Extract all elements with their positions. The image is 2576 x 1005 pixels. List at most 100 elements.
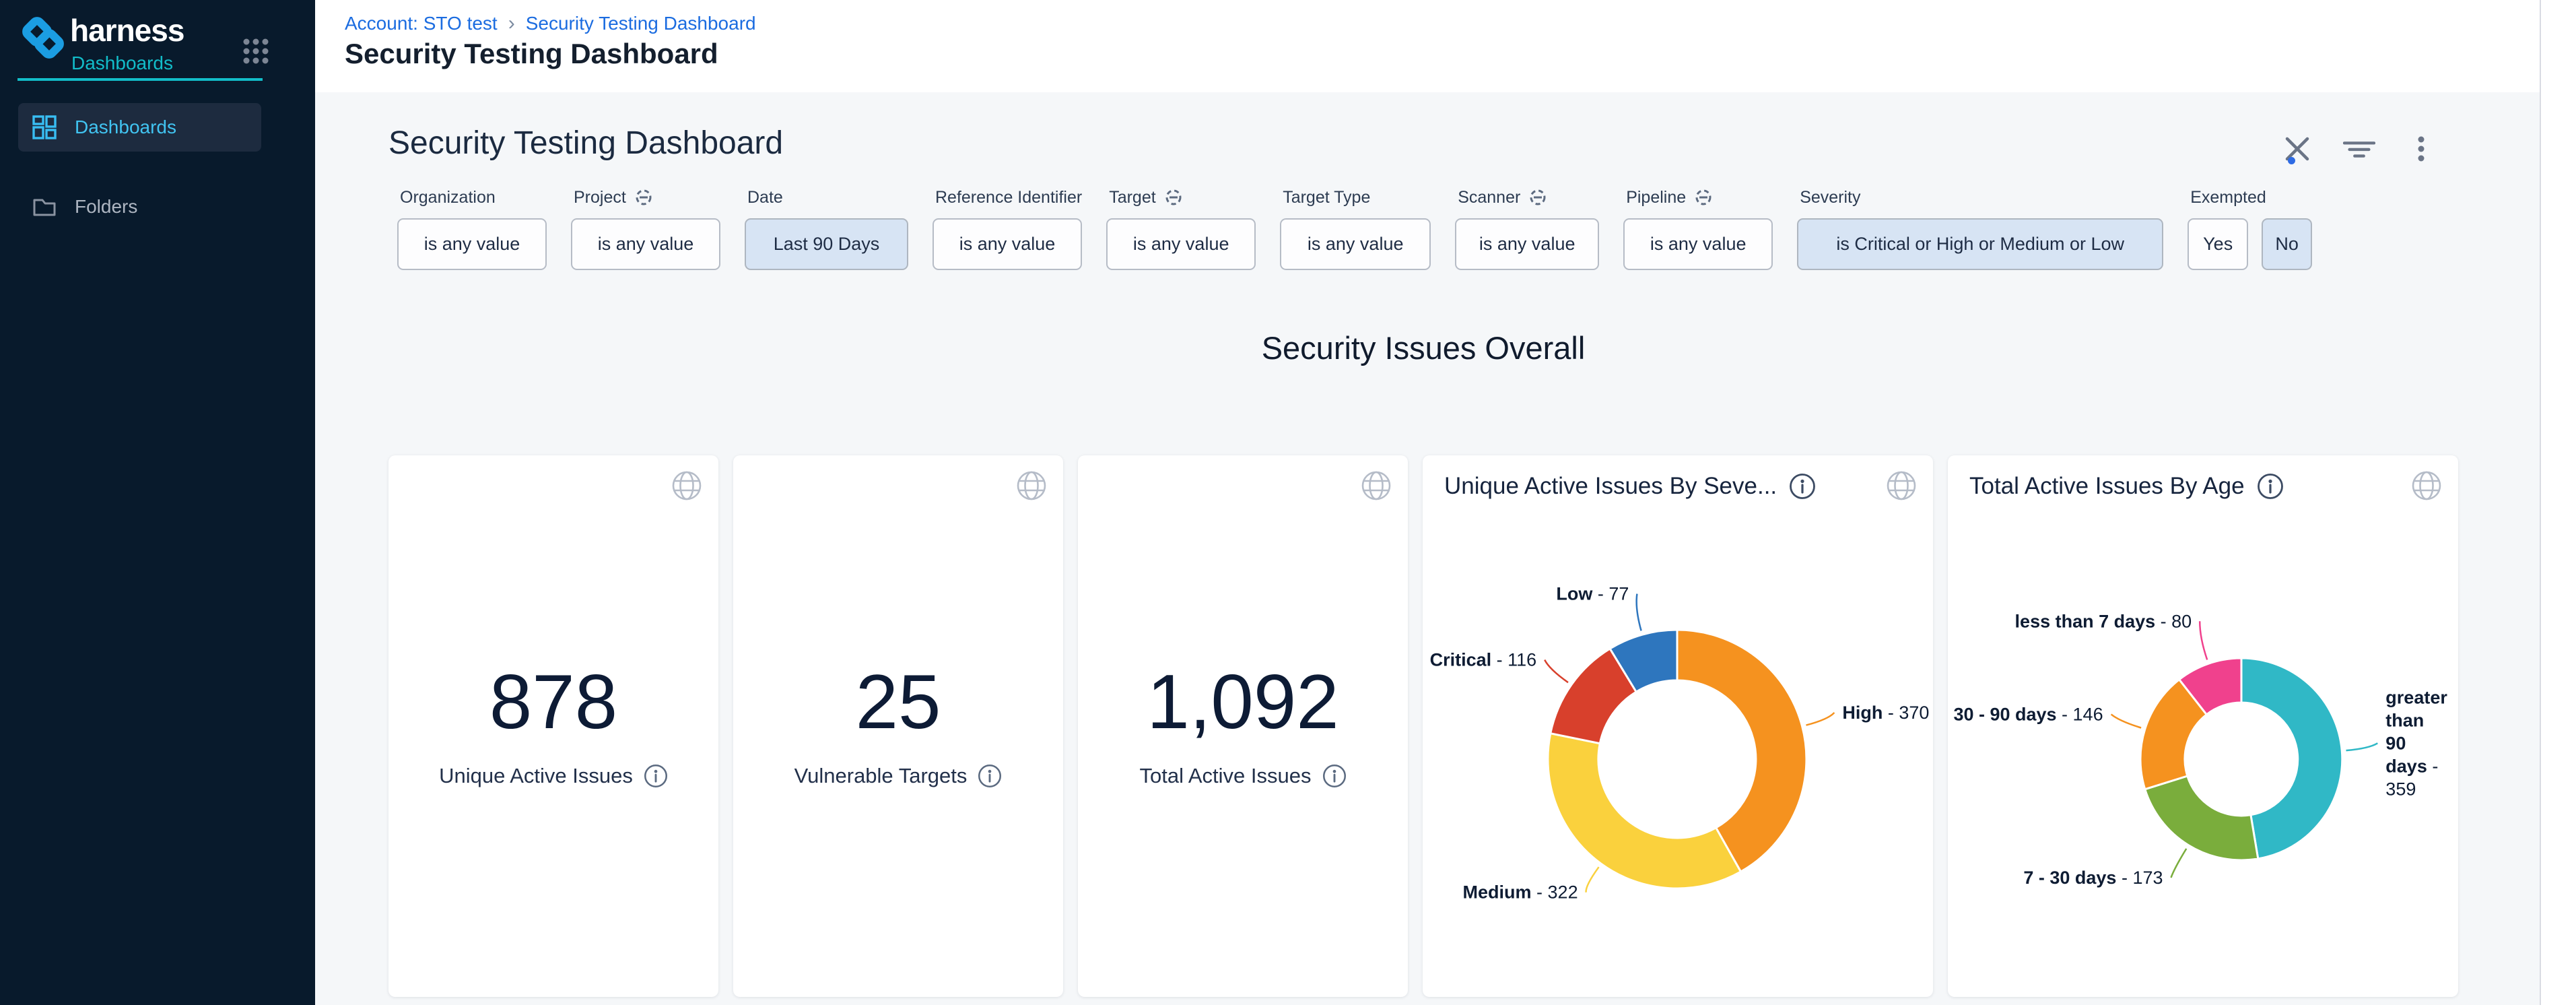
breadcrumb: Account: STO test › Security Testing Das… (345, 12, 756, 35)
donut-slice-label: 359 (2385, 779, 2416, 799)
filter-exempted: ExemptedYesNo (2188, 187, 2312, 270)
filter-value-chip[interactable]: is any value (933, 218, 1082, 270)
donut-chart: High - 370 Medium - 322 Critical - 116 Low … (1423, 512, 1933, 990)
filter-value-chip[interactable]: is any value (1455, 218, 1599, 270)
callout-leader-line (2346, 743, 2378, 750)
donut-slice-greater-than-90-days[interactable] (2241, 658, 2342, 859)
sidebar-item-folders[interactable]: Folders (18, 183, 261, 231)
folder-icon (32, 194, 57, 220)
cursor-dot (2288, 157, 2295, 164)
donut-chart: greaterthan90days -3597 - 30 days - 1733… (1948, 512, 2458, 990)
info-icon[interactable] (1789, 473, 1816, 500)
breadcrumb-account-link[interactable]: Account: STO test (345, 13, 498, 34)
sidebar: harness Dashboards Dashboards (0, 0, 315, 1005)
filter-value-chip[interactable]: is any value (1280, 218, 1431, 270)
stat-card-unique-active-issues: 878Unique Active Issues (388, 455, 718, 997)
donut-slice-label: High - 370 (1842, 703, 1929, 723)
callout-leader-line (1806, 713, 1835, 725)
donut-slice-label: Low - 77 (1556, 584, 1629, 604)
info-icon[interactable] (644, 764, 668, 788)
filter-label: Target Type (1283, 188, 1370, 207)
donut-slice-7-30-days[interactable] (2145, 776, 2258, 860)
exempted-yes-button[interactable]: Yes (2188, 218, 2248, 270)
link-icon (1164, 188, 1183, 207)
filter-value-chip[interactable]: is any value (1106, 218, 1256, 270)
info-icon[interactable] (2257, 473, 2284, 500)
filter-target: Target is any value (1106, 187, 1256, 270)
filter-label: Target (1109, 188, 1155, 207)
filter-value-chip[interactable]: is any value (571, 218, 720, 270)
filter-label: Severity (1800, 188, 1860, 207)
brand-wordmark: harness (70, 12, 184, 48)
filter-value-chip[interactable]: is Critical or High or Medium or Low (1797, 218, 2163, 270)
kebab-menu-icon[interactable] (2405, 133, 2437, 165)
chart-card-total-active-issues-by-age: Total Active Issues By Age greater than 90 d… (1948, 455, 2458, 997)
callout-leader-line (1586, 867, 1599, 893)
donut-slice-label: 7 - 30 days - 173 (2023, 868, 2163, 888)
filter-label: Project (574, 188, 626, 207)
stat-card-vulnerable-targets: 25 Vulnerable Targets (733, 455, 1063, 997)
info-icon[interactable] (978, 764, 1002, 788)
stat-value: 1,092 (1147, 664, 1338, 741)
filter-organization: Organization is any value (397, 187, 547, 270)
callout-leader-line (1545, 660, 1568, 683)
link-icon (1694, 188, 1713, 207)
exempted-no-button[interactable]: No (2262, 218, 2312, 270)
chart-card-unique-active-issues-by-seve-: Unique Active Issues By Seve... High - 37… (1423, 455, 1933, 997)
filter-label: Reference Identifier (935, 188, 1082, 207)
breadcrumb-dashboard-link[interactable]: Security Testing Dashboard (526, 13, 756, 34)
globe-icon[interactable] (1361, 470, 1392, 501)
donut-slice-label: than (2385, 710, 2424, 730)
filter-icon[interactable] (2343, 133, 2375, 165)
sidebar-item-dashboards[interactable]: Dashboards (18, 103, 261, 152)
globe-icon[interactable] (671, 470, 702, 501)
filter-date: Date Last 90 Days (745, 187, 908, 270)
filter-value-chip[interactable]: is any value (1623, 218, 1773, 270)
filters-row: Organization is any value Project is any va… (397, 187, 2312, 270)
donut-slice-label: Medium - 322 (1463, 882, 1578, 903)
donut-slice-medium[interactable] (1548, 734, 1741, 888)
globe-icon[interactable] (2411, 470, 2442, 501)
vertical-scrollbar[interactable] (2540, 0, 2576, 1005)
stat-label: Vulnerable Targets (794, 764, 968, 788)
filter-label: Organization (400, 188, 496, 207)
close-icon[interactable] (2281, 133, 2313, 165)
callout-leader-line (1637, 594, 1641, 631)
donut-slice-label: Critical - 116 (1430, 650, 1537, 670)
callout-leader-line (2171, 849, 2187, 878)
filter-value-chip[interactable]: Last 90 Days (745, 218, 908, 270)
filter-label: Scanner (1458, 188, 1520, 207)
page-title: Security Testing Dashboard (345, 38, 718, 70)
harness-logo[interactable]: harness Dashboards (18, 11, 298, 75)
stat-value: 25 (856, 664, 941, 741)
globe-icon[interactable] (1016, 470, 1047, 501)
app-grid-icon[interactable] (238, 34, 273, 69)
stat-label: Total Active Issues (1139, 764, 1311, 788)
filter-scanner: Scanner is any value (1455, 187, 1599, 270)
globe-icon[interactable] (1886, 470, 1917, 501)
donut-slice-label: days - (2385, 756, 2438, 776)
dashboard-main: Security Testing Dashboard Organizationi… (315, 92, 2540, 1005)
harness-logo-icon (19, 13, 67, 62)
top-header: Account: STO test › Security Testing Das… (315, 0, 2576, 92)
donut-slice-label: 90 (2385, 733, 2406, 753)
filter-pipeline: Pipeline is any value (1623, 187, 1773, 270)
stat-label: Unique Active Issues (439, 764, 633, 788)
filter-label: Pipeline (1626, 188, 1686, 207)
filter-value-chip[interactable]: is any value (397, 218, 547, 270)
chart-title: Total Active Issues By Age (1969, 473, 2245, 500)
sidebar-nav: Dashboards Folders (18, 103, 261, 262)
filter-reference-identifier: Reference Identifier is any value (933, 187, 1082, 270)
stat-card-total-active-issues: 1,092 Total Active Issues (1078, 455, 1408, 997)
callout-leader-line (2111, 714, 2142, 727)
dashboard-toolbar (2281, 133, 2437, 165)
link-icon (634, 188, 653, 207)
sidebar-item-label: Folders (75, 196, 137, 218)
callout-leader-line (2200, 621, 2207, 659)
info-icon[interactable] (1322, 764, 1347, 788)
breadcrumb-chevron-icon: › (508, 12, 515, 35)
donut-slice-label: greater (2385, 687, 2447, 707)
filter-target-type: Target Type is any value (1280, 187, 1431, 270)
filter-label: Date (747, 188, 783, 207)
chart-title: Unique Active Issues By Seve... (1444, 473, 1777, 500)
